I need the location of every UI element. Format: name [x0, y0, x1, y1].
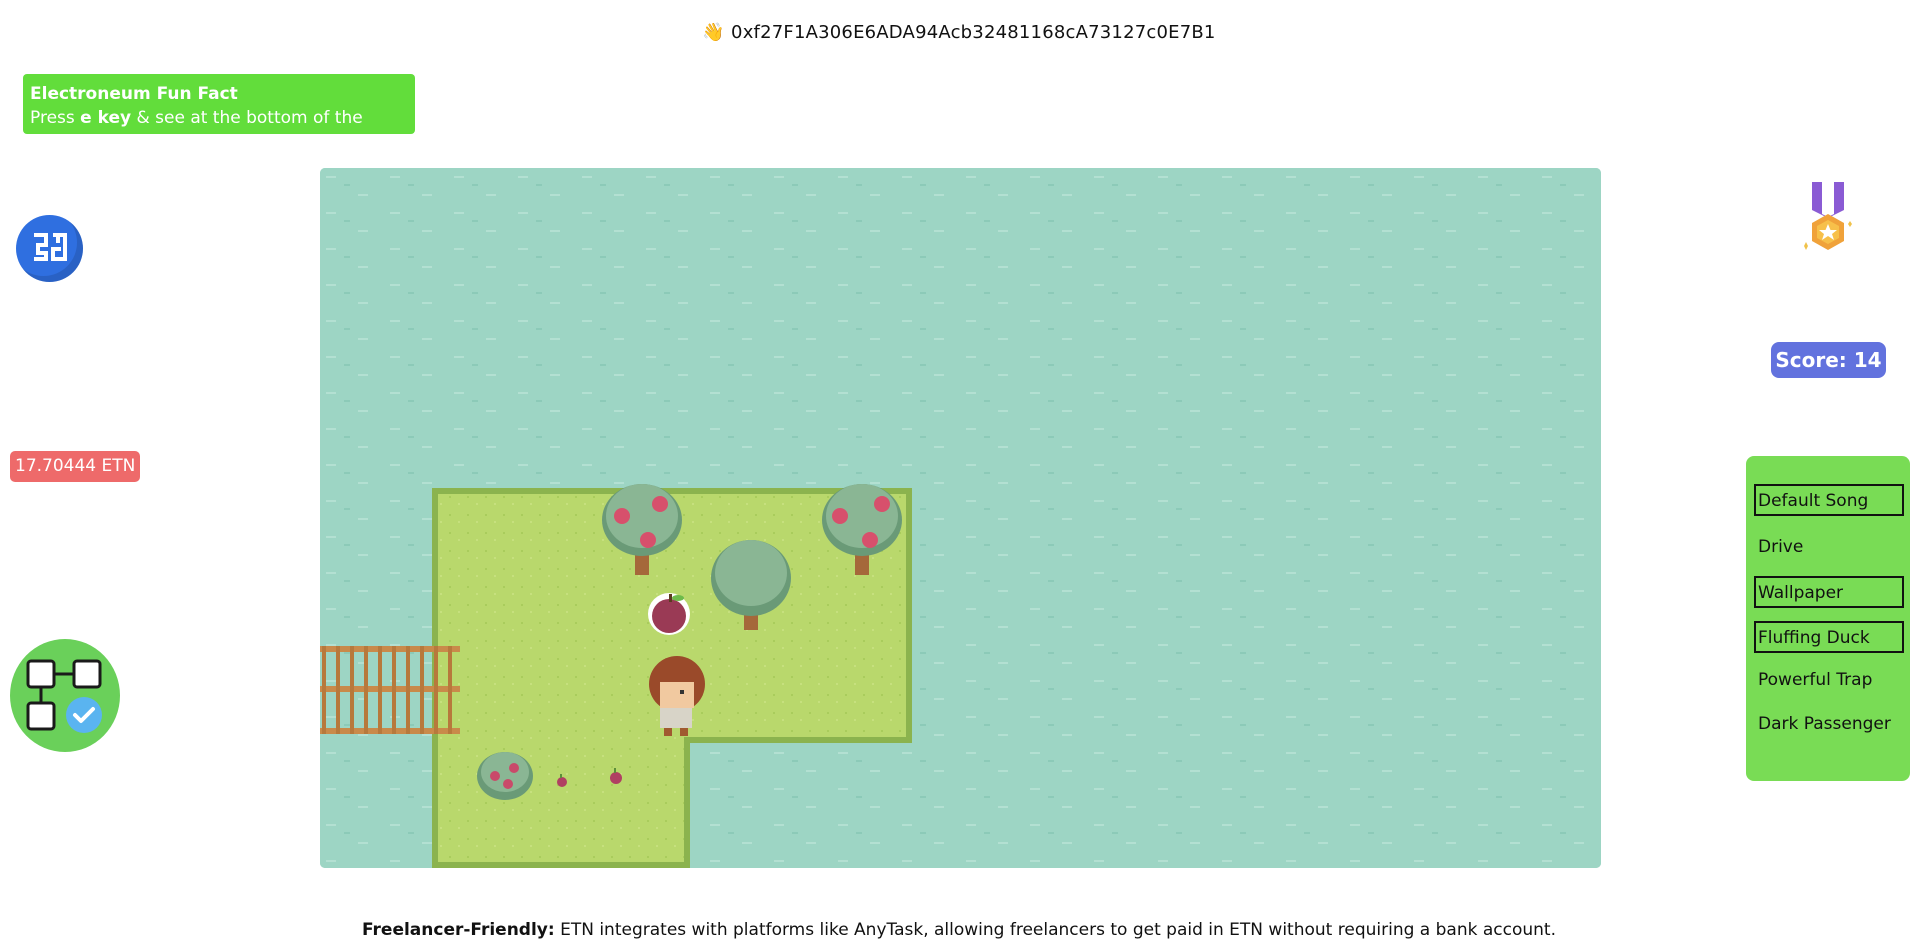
qr-code-button[interactable] [16, 215, 83, 282]
wallet-address-header: 👋 0xf27F1A306E6ADA94Acb32481168cA73127c0E… [0, 22, 1918, 43]
wave-emoji-icon: 👋 [702, 22, 726, 43]
achievements-button[interactable] [1800, 180, 1856, 260]
medal-icon [1804, 182, 1852, 250]
fun-fact-hint-key: e key [80, 108, 132, 128]
workflow-check-icon [26, 659, 102, 733]
apple-item[interactable] [648, 593, 690, 635]
berry-bush [477, 752, 533, 800]
song-item-dark-passenger[interactable]: Dark Passenger [1754, 709, 1904, 741]
fun-fact-title: Electroneum Fun Fact [30, 84, 238, 104]
fun-fact-hint: Press e key & see at the bottom of the s… [30, 106, 408, 154]
etn-balance-badge: 17.70444 ETN [10, 451, 141, 482]
qr-code-icon [34, 233, 67, 261]
game-world [320, 168, 1601, 868]
fun-fact-hint-prefix: Press [30, 108, 81, 128]
fun-fact-box: Electroneum Fun Fact Press e key & see a… [23, 74, 415, 152]
song-item-powerful-trap[interactable]: Powerful Trap [1754, 665, 1904, 697]
song-item-wallpaper[interactable]: Wallpaper [1754, 576, 1904, 608]
score-badge: Score: 14 [1771, 342, 1886, 378]
fact-text: ETN integrates with platforms like AnyTa… [554, 920, 1556, 940]
song-item-default-song[interactable]: Default Song [1754, 484, 1904, 516]
electroneum-fact-footer: Freelancer-Friendly: ETN integrates with… [0, 920, 1918, 940]
fact-label: Freelancer-Friendly: [362, 920, 555, 940]
song-item-drive[interactable]: Drive [1754, 532, 1904, 564]
song-item-fluffing-duck[interactable]: Fluffing Duck [1754, 621, 1904, 653]
wallet-address: 0xf27F1A306E6ADA94Acb32481168cA73127c0E7… [731, 22, 1216, 43]
song-playlist: Default Song Drive Wallpaper Fluffing Du… [1746, 456, 1910, 781]
game-canvas[interactable] [320, 168, 1601, 868]
workflow-button[interactable] [10, 639, 120, 752]
